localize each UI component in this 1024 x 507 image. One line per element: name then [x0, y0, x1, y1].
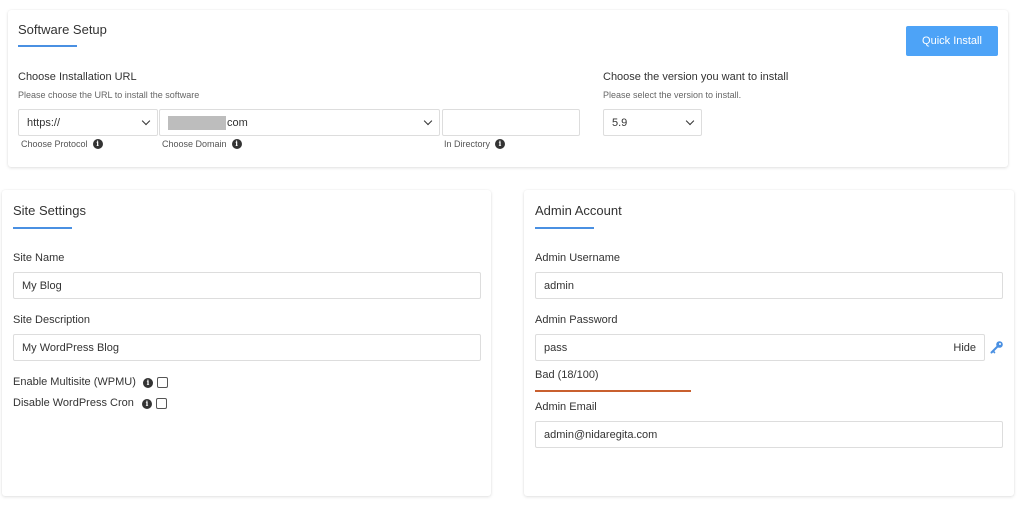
chevron-down-icon [141, 116, 151, 126]
domain-value: com [227, 116, 248, 129]
password-strength-bar [535, 390, 691, 392]
domain-hint: Choose Domain i [162, 139, 242, 149]
admin-account-title: Admin Account [535, 203, 622, 218]
site-description-input[interactable]: My WordPress Blog [13, 334, 481, 361]
admin-email-input[interactable]: admin@nidaregita.com [535, 421, 1003, 448]
protocol-value: https:// [27, 116, 61, 129]
redacted-domain [168, 115, 226, 130]
site-settings-card: Site Settings Site Name My Blog Site Des… [2, 190, 491, 496]
info-icon[interactable]: i [495, 139, 506, 149]
info-icon[interactable]: i [92, 139, 103, 149]
install-url-sublabel: Please choose the URL to install the sof… [18, 90, 200, 100]
protocol-select[interactable]: https:// [18, 109, 158, 136]
software-setup-card: Software Setup Quick Install Choose Inst… [8, 10, 1008, 167]
key-icon[interactable] [990, 340, 1004, 354]
software-setup-title: Software Setup [18, 22, 107, 37]
site-name-label: Site Name [13, 252, 65, 264]
multisite-checkbox[interactable] [157, 377, 168, 388]
chevron-down-icon [685, 116, 695, 126]
hide-password-toggle[interactable]: Hide [953, 342, 976, 354]
site-description-label: Site Description [13, 314, 91, 326]
site-settings-title: Site Settings [13, 203, 86, 218]
admin-password-value: pass [544, 341, 568, 354]
site-settings-underline [13, 227, 72, 229]
admin-account-card: Admin Account Admin Username admin Admin… [524, 190, 1014, 496]
admin-email-label: Admin Email [535, 401, 597, 413]
chevron-down-icon [423, 116, 433, 126]
admin-password-label: Admin Password [535, 314, 618, 326]
domain-hint-text: Choose Domain [162, 139, 227, 149]
domain-select[interactable]: com [159, 109, 440, 136]
admin-password-input[interactable]: pass Hide [535, 334, 985, 361]
site-name-input[interactable]: My Blog [13, 272, 481, 299]
admin-username-input[interactable]: admin [535, 272, 1003, 299]
password-strength-text: Bad (18/100) [535, 369, 599, 381]
protocol-hint-text: Choose Protocol [21, 139, 88, 149]
admin-account-underline [535, 227, 594, 229]
version-sublabel: Please select the version to install. [603, 90, 742, 100]
version-select[interactable]: 5.9 [603, 109, 702, 136]
directory-input[interactable] [442, 109, 580, 136]
quick-install-button[interactable]: Quick Install [906, 26, 998, 56]
version-label: Choose the version you want to install [603, 71, 789, 83]
info-icon[interactable]: i [143, 378, 153, 388]
software-setup-underline [18, 45, 77, 47]
info-icon[interactable]: i [142, 399, 152, 409]
info-icon[interactable]: i [231, 139, 242, 149]
multisite-label: Enable Multisite (WPMU) [13, 376, 136, 388]
version-value: 5.9 [612, 116, 628, 129]
admin-username-label: Admin Username [535, 252, 620, 264]
disable-cron-label: Disable WordPress Cron [13, 397, 134, 409]
install-url-label: Choose Installation URL [18, 71, 137, 83]
directory-hint-text: In Directory [444, 139, 491, 149]
disable-cron-checkbox[interactable] [156, 398, 167, 409]
protocol-hint: Choose Protocol i [21, 139, 103, 149]
domain-value-wrap: com [168, 115, 248, 130]
directory-hint: In Directory i [444, 139, 506, 149]
